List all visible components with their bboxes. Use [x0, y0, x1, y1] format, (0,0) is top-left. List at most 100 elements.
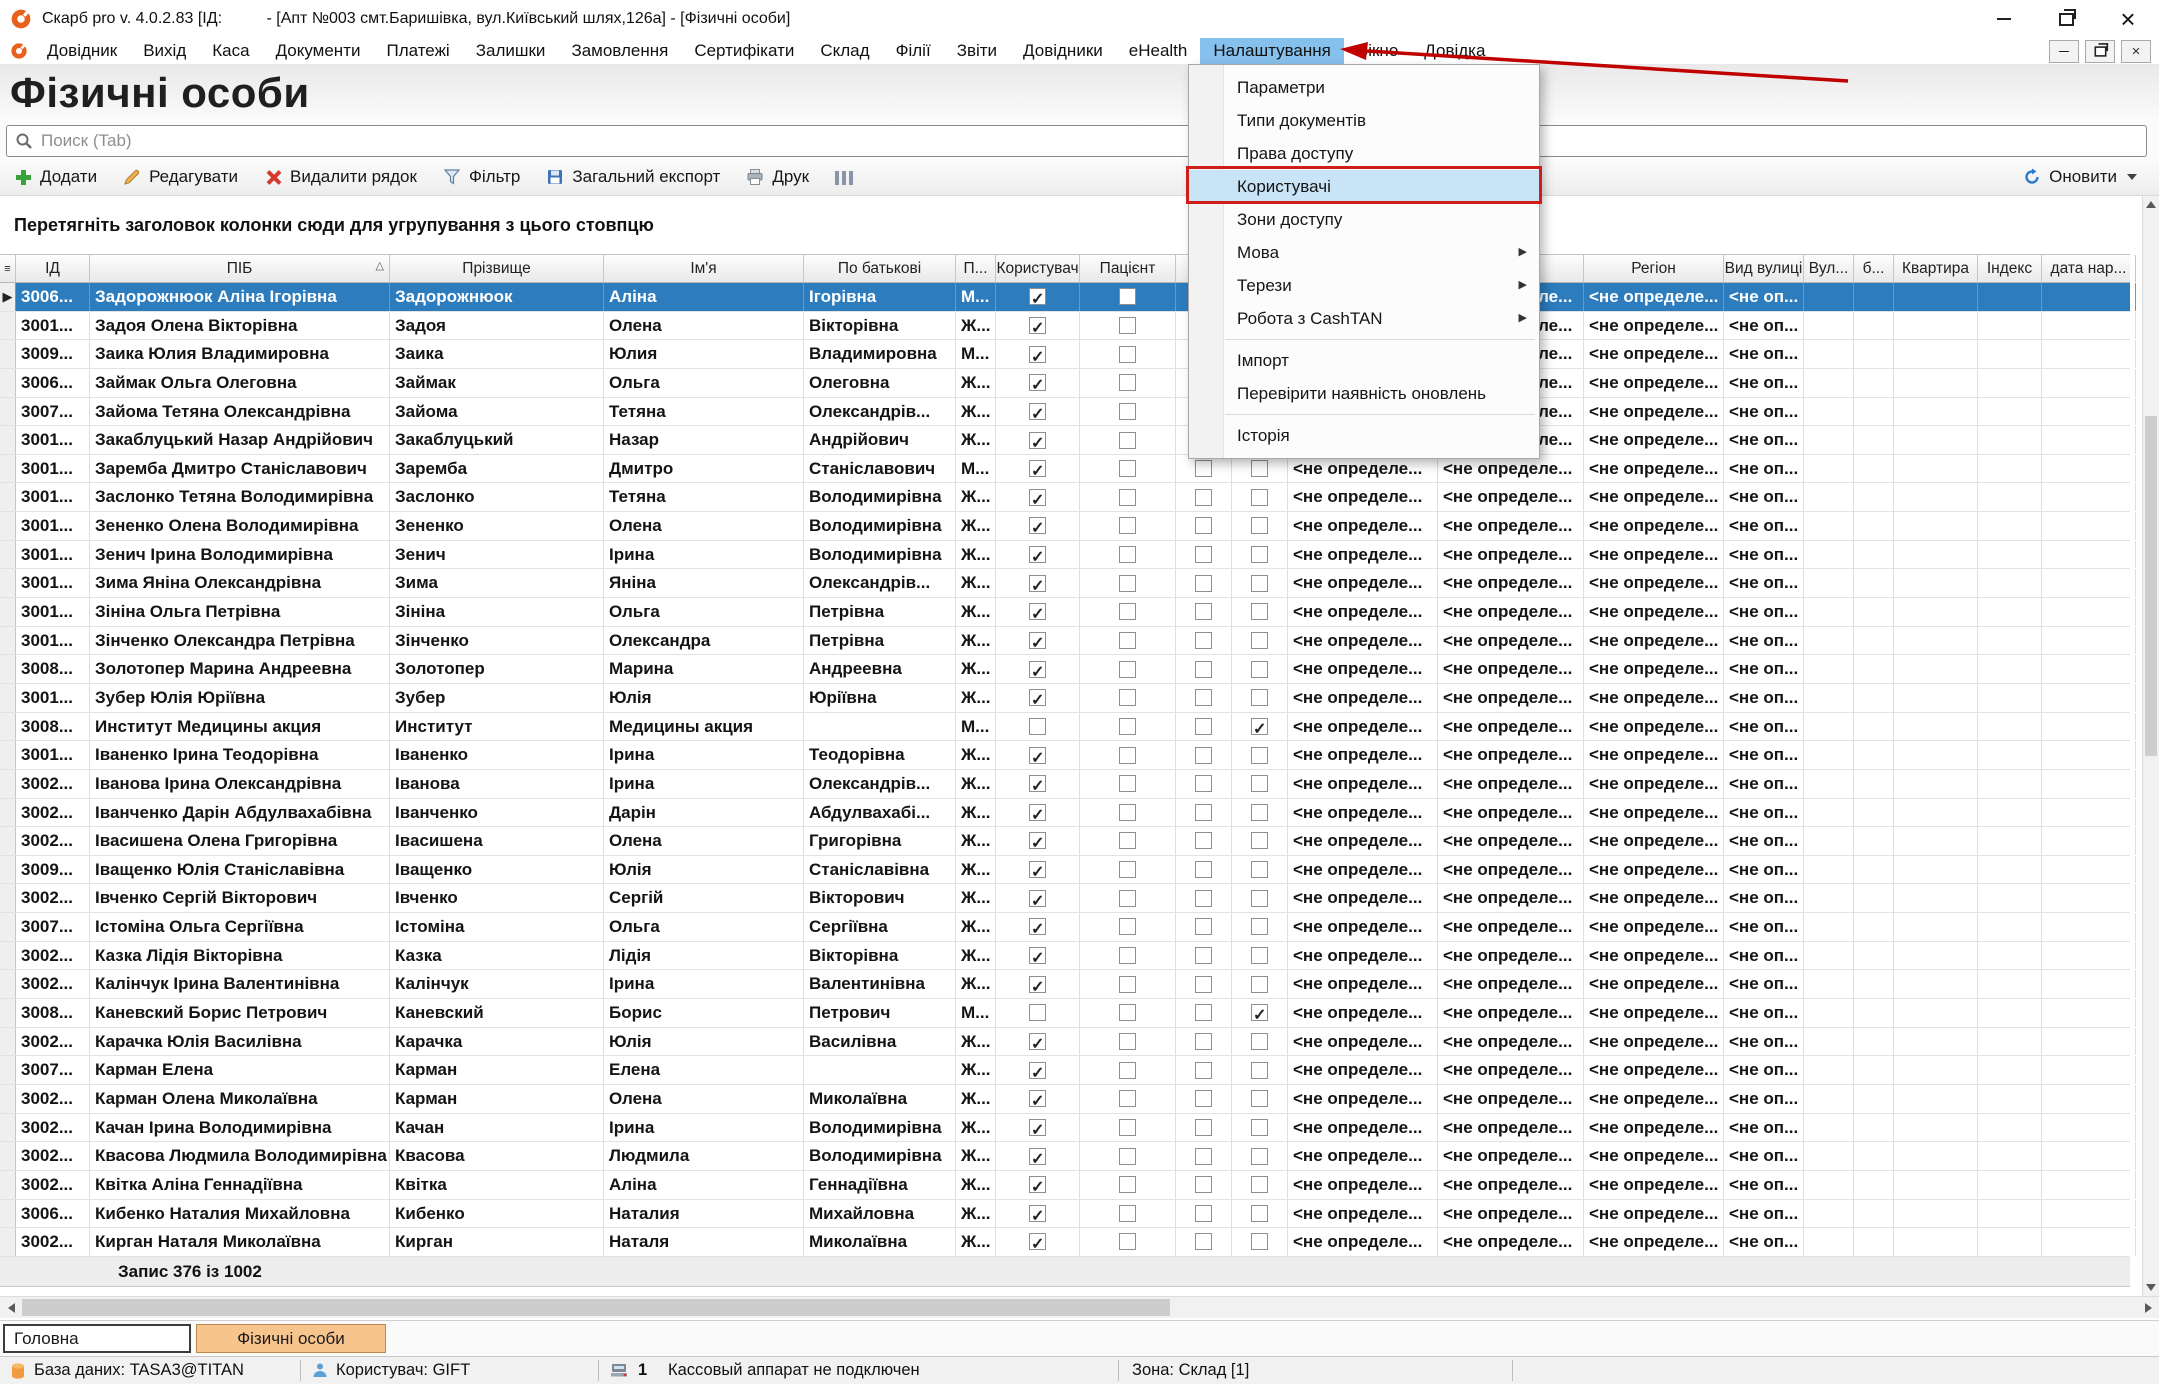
flag1-checkbox[interactable] — [1176, 999, 1232, 1027]
flag2-checkbox[interactable] — [1232, 598, 1288, 626]
column-header[interactable]: б... — [1854, 255, 1894, 282]
table-row[interactable]: 3001...Зініна Ольга ПетрівнаЗінінаОльгаП… — [0, 598, 2130, 627]
patient-checkbox[interactable] — [1080, 884, 1176, 912]
column-header[interactable]: Вул... — [1804, 255, 1854, 282]
group-by-panel[interactable]: Перетягніть заголовок колонки сюди для у… — [0, 196, 2159, 254]
patient-checkbox[interactable] — [1080, 598, 1176, 626]
user-checkbox[interactable] — [996, 1142, 1080, 1170]
table-row[interactable]: 3001...Заремба Дмитро СтаніславовичЗарем… — [0, 455, 2130, 484]
patient-checkbox[interactable] — [1080, 1028, 1176, 1056]
flag2-checkbox[interactable] — [1232, 483, 1288, 511]
table-row[interactable]: 3007...Істоміна Ольга СергіївнаІстомінаО… — [0, 913, 2130, 942]
table-row[interactable]: 3001...Іваненко Ірина ТеодорівнаІваненко… — [0, 741, 2130, 770]
table-row[interactable]: 3001...Закаблуцький Назар АндрійовичЗака… — [0, 426, 2130, 455]
flag2-checkbox[interactable] — [1232, 770, 1288, 798]
scroll-left-arrow[interactable] — [0, 1297, 22, 1318]
vertical-scrollbar[interactable] — [2142, 196, 2159, 1296]
dropdown-item[interactable]: Робота з CashTAN▶ — [1189, 302, 1539, 335]
table-row[interactable]: 3007...Карман ЕленаКарманЕленаЖ...<не оп… — [0, 1056, 2130, 1085]
add-button[interactable]: Додати — [14, 167, 97, 187]
patient-checkbox[interactable] — [1080, 398, 1176, 426]
flag2-checkbox[interactable] — [1232, 1142, 1288, 1170]
table-row[interactable]: 3002...Казка Лідія ВікторівнаКазкаЛідіяВ… — [0, 942, 2130, 971]
column-header[interactable]: ІД — [16, 255, 90, 282]
table-row[interactable]: 3008...Институт Медицины акцияИнститутМе… — [0, 713, 2130, 742]
column-header[interactable]: Вид вулиці — [1724, 255, 1804, 282]
flag2-checkbox[interactable] — [1232, 856, 1288, 884]
mdi-restore-button[interactable] — [2085, 40, 2115, 63]
patient-checkbox[interactable] — [1080, 713, 1176, 741]
table-row[interactable]: 3002...Іванченко Дарін АбдулвахабівнаІва… — [0, 799, 2130, 828]
table-row[interactable]: 3001...Зененко Олена ВолодимирівнаЗененк… — [0, 512, 2130, 541]
patient-checkbox[interactable] — [1080, 655, 1176, 683]
table-row[interactable]: 3002...Івченко Сергій ВікторовичІвченкоС… — [0, 884, 2130, 913]
column-header[interactable]: П... — [956, 255, 996, 282]
dropdown-item[interactable]: Параметри — [1189, 71, 1539, 104]
table-row[interactable]: 3008...Золотопер Марина АндреевнаЗолотоп… — [0, 655, 2130, 684]
user-checkbox[interactable] — [996, 913, 1080, 941]
dropdown-item[interactable]: Терези▶ — [1189, 269, 1539, 302]
flag2-checkbox[interactable] — [1232, 1228, 1288, 1256]
flag1-checkbox[interactable] — [1176, 1114, 1232, 1142]
user-checkbox[interactable] — [996, 770, 1080, 798]
patient-checkbox[interactable] — [1080, 1056, 1176, 1084]
flag2-checkbox[interactable] — [1232, 741, 1288, 769]
menubar-item[interactable]: Налаштування — [1200, 38, 1344, 64]
user-checkbox[interactable] — [996, 713, 1080, 741]
patient-checkbox[interactable] — [1080, 426, 1176, 454]
patient-checkbox[interactable] — [1080, 512, 1176, 540]
menubar-item[interactable]: Вікно — [1344, 38, 1411, 64]
patient-checkbox[interactable] — [1080, 541, 1176, 569]
patient-checkbox[interactable] — [1080, 1142, 1176, 1170]
table-row[interactable]: 3002...Калінчук Ірина ВалентинівнаКалінч… — [0, 970, 2130, 999]
column-header[interactable]: Пацієнт — [1080, 255, 1176, 282]
flag2-checkbox[interactable] — [1232, 799, 1288, 827]
table-row[interactable]: 3006...Кибенко Наталия МихайловнаКибенко… — [0, 1200, 2130, 1229]
flag1-checkbox[interactable] — [1176, 1056, 1232, 1084]
menubar-item[interactable]: Склад — [807, 38, 882, 64]
column-header[interactable]: Прізвище — [390, 255, 604, 282]
flag2-checkbox[interactable] — [1232, 1028, 1288, 1056]
flag2-checkbox[interactable] — [1232, 713, 1288, 741]
vertical-scroll-thumb[interactable] — [2145, 416, 2157, 756]
patient-checkbox[interactable] — [1080, 627, 1176, 655]
table-row[interactable]: 3007...Зайома Тетяна ОлександрівнаЗайома… — [0, 398, 2130, 427]
menubar-item[interactable]: Каса — [199, 38, 262, 64]
patient-checkbox[interactable] — [1080, 1200, 1176, 1228]
menubar-item[interactable]: Довідник — [34, 38, 130, 64]
user-checkbox[interactable] — [996, 598, 1080, 626]
close-button[interactable]: × — [2097, 0, 2159, 38]
column-header[interactable]: Регіон — [1584, 255, 1724, 282]
flag1-checkbox[interactable] — [1176, 627, 1232, 655]
user-checkbox[interactable] — [996, 1114, 1080, 1142]
mdi-close-button[interactable]: × — [2121, 40, 2151, 63]
filter-button[interactable]: Фільтр — [443, 167, 520, 187]
flag2-checkbox[interactable] — [1232, 627, 1288, 655]
flag1-checkbox[interactable] — [1176, 913, 1232, 941]
column-header[interactable]: ПІБ△ — [90, 255, 390, 282]
user-checkbox[interactable] — [996, 1228, 1080, 1256]
flag1-checkbox[interactable] — [1176, 942, 1232, 970]
table-row[interactable]: 3008...Каневский Борис ПетровичКаневский… — [0, 999, 2130, 1028]
column-header[interactable]: По батькові — [804, 255, 956, 282]
flag2-checkbox[interactable] — [1232, 541, 1288, 569]
flag1-checkbox[interactable] — [1176, 1028, 1232, 1056]
table-row[interactable]: 3002...Качан Ірина ВолодимирівнаКачанІри… — [0, 1114, 2130, 1143]
dropdown-item[interactable]: Типи документів — [1189, 104, 1539, 137]
menubar-item[interactable]: Залишки — [463, 38, 559, 64]
user-checkbox[interactable] — [996, 799, 1080, 827]
user-checkbox[interactable] — [996, 483, 1080, 511]
table-row[interactable]: 3001...Задоя Олена ВікторівнаЗадояОленаВ… — [0, 312, 2130, 341]
user-checkbox[interactable] — [996, 942, 1080, 970]
columns-button[interactable] — [835, 169, 853, 185]
flag2-checkbox[interactable] — [1232, 1056, 1288, 1084]
user-checkbox[interactable] — [996, 1028, 1080, 1056]
flag1-checkbox[interactable] — [1176, 569, 1232, 597]
table-row[interactable]: 3002...Кирган Наталя МиколаївнаКирганНат… — [0, 1228, 2130, 1257]
print-button[interactable]: Друк — [746, 167, 809, 187]
flag1-checkbox[interactable] — [1176, 884, 1232, 912]
patient-checkbox[interactable] — [1080, 770, 1176, 798]
table-row[interactable]: 3009...Заика Юлия ВладимировнаЗаикаЮлияВ… — [0, 340, 2130, 369]
menubar-item[interactable]: Вихід — [130, 38, 199, 64]
patient-checkbox[interactable] — [1080, 283, 1176, 311]
